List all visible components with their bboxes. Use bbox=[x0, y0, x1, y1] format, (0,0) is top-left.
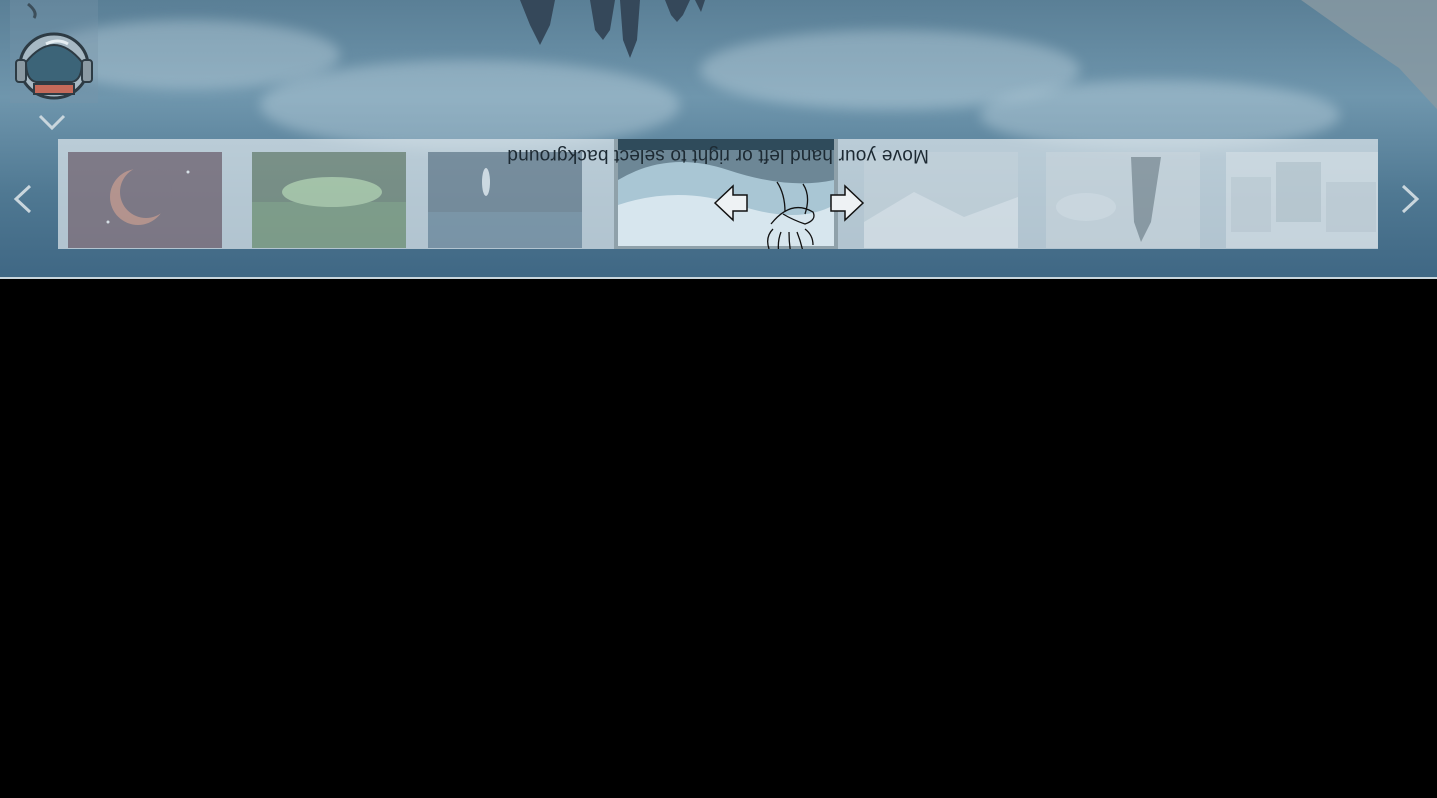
virtual-background-scene: Move your hand left or right to select b… bbox=[0, 0, 1437, 278]
cloud bbox=[260, 60, 680, 150]
thumbnail-space-planet[interactable] bbox=[68, 152, 222, 248]
thumbnail-city-buildings[interactable] bbox=[1226, 152, 1378, 248]
arrow-left-icon bbox=[713, 184, 748, 222]
chevron-right-icon[interactable] bbox=[1397, 183, 1423, 215]
avatar-panel[interactable] bbox=[10, 0, 98, 103]
scene-bottom-border bbox=[0, 277, 1437, 279]
gesture-guide bbox=[713, 181, 865, 249]
castle-spires bbox=[520, 0, 705, 58]
hand-gesture-icon bbox=[767, 181, 815, 249]
background-picker-panel: Move your hand left or right to select b… bbox=[58, 139, 1378, 249]
thumbnail-night-light[interactable] bbox=[428, 152, 582, 248]
arrow-right-icon bbox=[830, 184, 865, 222]
thumbnail-snow-mountain[interactable] bbox=[864, 152, 1018, 248]
chevron-left-icon[interactable] bbox=[10, 183, 36, 215]
thumbnail-floating-island[interactable] bbox=[1046, 152, 1200, 248]
astronaut-helmet-icon bbox=[15, 2, 93, 100]
thumbnail-forest[interactable] bbox=[252, 152, 406, 248]
chevron-down-icon[interactable] bbox=[38, 112, 66, 132]
instruction-text: Move your hand left or right to select b… bbox=[507, 145, 929, 166]
